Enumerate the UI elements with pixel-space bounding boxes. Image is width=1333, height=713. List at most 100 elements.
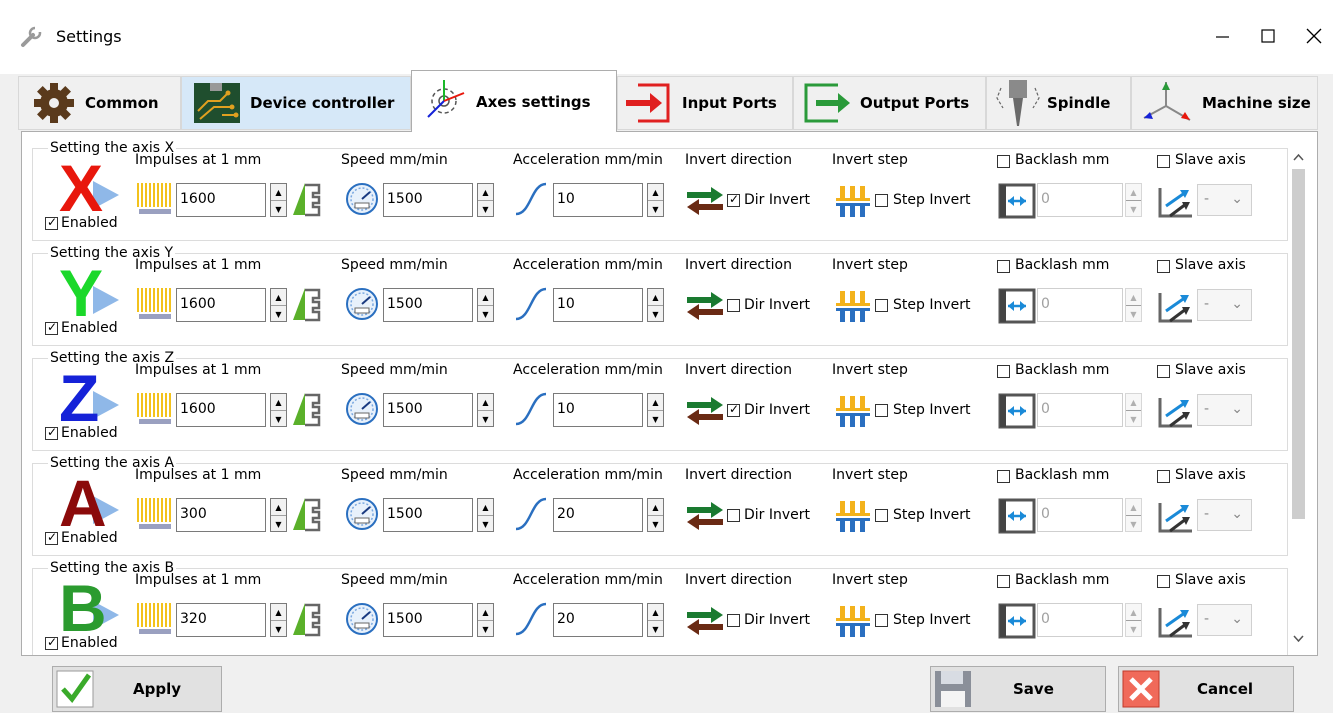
spin-down-icon[interactable]: ▼ (648, 516, 663, 532)
spin-up-icon[interactable]: ▲ (648, 499, 663, 516)
acceleration-spinner[interactable]: ▲ ▼ (647, 498, 664, 532)
spin-down-icon[interactable]: ▼ (1126, 621, 1141, 637)
tab-machine-size[interactable]: Machine size (1131, 76, 1318, 130)
enabled-checkbox[interactable]: ✓ (45, 530, 58, 545)
impulses-input[interactable]: 1600 (176, 183, 266, 217)
spin-down-icon[interactable]: ▼ (478, 201, 493, 217)
acceleration-spinner[interactable]: ▲ ▼ (647, 603, 664, 637)
slave-axis-select[interactable]: - ⌄ (1197, 499, 1252, 531)
acceleration-spinner[interactable]: ▲ ▼ (647, 393, 664, 427)
spin-up-icon[interactable]: ▲ (648, 394, 663, 411)
backlash-checkbox[interactable] (997, 365, 1010, 378)
speed-spinner[interactable]: ▲ ▼ (477, 603, 494, 637)
spin-down-icon[interactable]: ▼ (1126, 201, 1141, 217)
backlash-input[interactable]: 0 (1037, 393, 1123, 427)
impulses-spinner[interactable]: ▲ ▼ (270, 498, 287, 532)
acceleration-input[interactable]: 20 (553, 498, 643, 532)
backlash-spinner[interactable]: ▲ ▼ (1125, 288, 1142, 322)
spin-down-icon[interactable]: ▼ (1126, 411, 1141, 427)
spin-up-icon[interactable]: ▲ (648, 289, 663, 306)
maximize-button[interactable] (1245, 18, 1291, 54)
speed-input[interactable]: 1500 (383, 498, 473, 532)
acceleration-input[interactable]: 10 (553, 288, 643, 322)
spin-down-icon[interactable]: ▼ (648, 411, 663, 427)
slave-axis-checkbox[interactable] (1157, 260, 1170, 273)
dir-invert-checkbox[interactable] (727, 614, 740, 627)
acceleration-spinner[interactable]: ▲ ▼ (647, 183, 664, 217)
spin-down-icon[interactable]: ▼ (271, 201, 286, 217)
impulses-spinner[interactable]: ▲ ▼ (270, 288, 287, 322)
step-invert-checkbox[interactable] (875, 299, 888, 312)
spin-up-icon[interactable]: ▲ (478, 499, 493, 516)
impulses-spinner[interactable]: ▲ ▼ (270, 603, 287, 637)
scroll-down-icon[interactable] (1290, 631, 1307, 647)
impulses-input[interactable]: 1600 (176, 288, 266, 322)
spin-up-icon[interactable]: ▲ (271, 289, 286, 306)
backlash-checkbox[interactable] (997, 260, 1010, 273)
spin-up-icon[interactable]: ▲ (1126, 184, 1141, 201)
slave-axis-checkbox[interactable] (1157, 470, 1170, 483)
acceleration-input[interactable]: 10 (553, 393, 643, 427)
spin-up-icon[interactable]: ▲ (1126, 394, 1141, 411)
scroll-up-icon[interactable] (1290, 149, 1307, 165)
slave-axis-select[interactable]: - ⌄ (1197, 604, 1252, 636)
minimize-button[interactable] (1199, 18, 1245, 54)
spin-down-icon[interactable]: ▼ (1126, 306, 1141, 322)
tab-input-ports[interactable]: Input Ports (617, 76, 793, 130)
spin-down-icon[interactable]: ▼ (271, 411, 286, 427)
apply-button[interactable]: Apply (52, 666, 222, 712)
impulses-spinner[interactable]: ▲ ▼ (270, 393, 287, 427)
tab-common[interactable]: Common (18, 76, 181, 130)
speed-spinner[interactable]: ▲ ▼ (477, 183, 494, 217)
dir-invert-checkbox[interactable]: ✓ (727, 402, 740, 417)
spin-up-icon[interactable]: ▲ (1126, 499, 1141, 516)
impulses-input[interactable]: 1600 (176, 393, 266, 427)
step-invert-checkbox[interactable] (875, 509, 888, 522)
slave-axis-checkbox[interactable] (1157, 365, 1170, 378)
spin-up-icon[interactable]: ▲ (1126, 604, 1141, 621)
close-button[interactable] (1291, 18, 1333, 54)
backlash-spinner[interactable]: ▲ ▼ (1125, 603, 1142, 637)
spin-up-icon[interactable]: ▲ (478, 289, 493, 306)
backlash-input[interactable]: 0 (1037, 498, 1123, 532)
spin-down-icon[interactable]: ▼ (271, 621, 286, 637)
acceleration-input[interactable]: 10 (553, 183, 643, 217)
tab-output-ports[interactable]: Output Ports (793, 76, 986, 130)
save-button[interactable]: Save (930, 666, 1106, 712)
speed-input[interactable]: 1500 (383, 393, 473, 427)
backlash-spinner[interactable]: ▲ ▼ (1125, 183, 1142, 217)
impulses-input[interactable]: 320 (176, 603, 266, 637)
spin-down-icon[interactable]: ▼ (271, 306, 286, 322)
spin-down-icon[interactable]: ▼ (648, 621, 663, 637)
spin-down-icon[interactable]: ▼ (478, 621, 493, 637)
spin-up-icon[interactable]: ▲ (648, 604, 663, 621)
dir-invert-checkbox[interactable]: ✓ (727, 192, 740, 207)
spin-up-icon[interactable]: ▲ (1126, 289, 1141, 306)
speed-input[interactable]: 1500 (383, 183, 473, 217)
slave-axis-checkbox[interactable] (1157, 575, 1170, 588)
backlash-input[interactable]: 0 (1037, 183, 1123, 217)
backlash-input[interactable]: 0 (1037, 288, 1123, 322)
impulses-spinner[interactable]: ▲ ▼ (270, 183, 287, 217)
enabled-checkbox[interactable]: ✓ (45, 215, 58, 230)
backlash-input[interactable]: 0 (1037, 603, 1123, 637)
speed-spinner[interactable]: ▲ ▼ (477, 288, 494, 322)
backlash-checkbox[interactable] (997, 575, 1010, 588)
vertical-scrollbar[interactable] (1290, 145, 1307, 654)
slave-axis-select[interactable]: - ⌄ (1197, 184, 1252, 216)
step-invert-checkbox[interactable] (875, 194, 888, 207)
slave-axis-select[interactable]: - ⌄ (1197, 394, 1252, 426)
speed-spinner[interactable]: ▲ ▼ (477, 498, 494, 532)
cancel-button[interactable]: Cancel (1118, 666, 1294, 712)
spin-down-icon[interactable]: ▼ (478, 306, 493, 322)
spin-up-icon[interactable]: ▲ (478, 604, 493, 621)
spin-up-icon[interactable]: ▲ (478, 184, 493, 201)
spin-up-icon[interactable]: ▲ (271, 184, 286, 201)
backlash-checkbox[interactable] (997, 470, 1010, 483)
step-invert-checkbox[interactable] (875, 614, 888, 627)
backlash-spinner[interactable]: ▲ ▼ (1125, 393, 1142, 427)
slave-axis-select[interactable]: - ⌄ (1197, 289, 1252, 321)
tab-device-controller[interactable]: Device controller (181, 76, 411, 130)
speed-input[interactable]: 1500 (383, 288, 473, 322)
impulses-input[interactable]: 300 (176, 498, 266, 532)
